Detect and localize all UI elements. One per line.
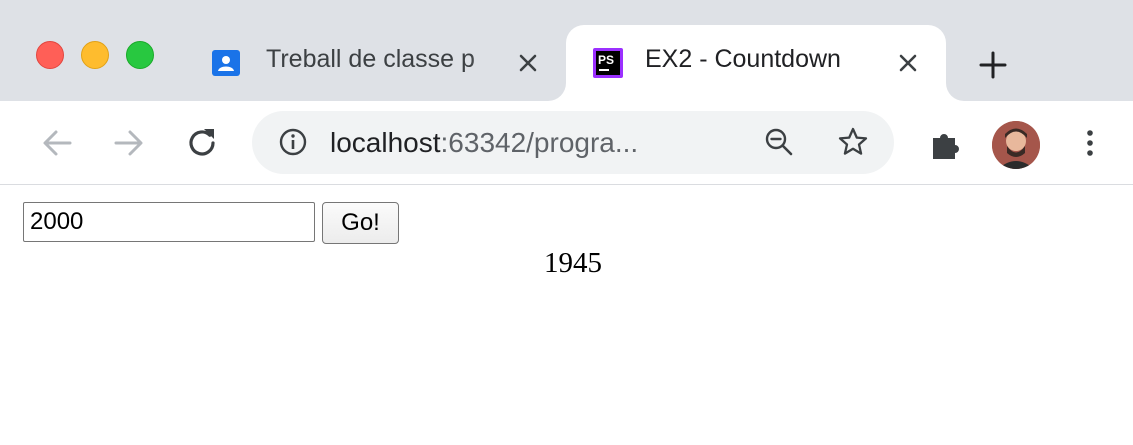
page-content: Go! 1945 bbox=[0, 185, 1133, 445]
window-close-button[interactable] bbox=[36, 41, 64, 69]
address-bar-url: localhost:63342/progra... bbox=[330, 127, 638, 159]
url-host: localhost bbox=[330, 127, 441, 158]
tab-ex2-countdown[interactable]: PS EX2 - Countdown bbox=[566, 25, 946, 101]
zoom-out-icon[interactable] bbox=[762, 125, 796, 159]
profile-photo-icon bbox=[992, 121, 1040, 169]
close-icon[interactable] bbox=[892, 47, 924, 79]
profile-avatar[interactable] bbox=[992, 121, 1040, 169]
year-input[interactable] bbox=[23, 202, 315, 242]
window-minimize-button[interactable] bbox=[81, 41, 109, 69]
browser-toolbar: localhost:63342/progra... bbox=[0, 101, 1133, 185]
svg-text:PS: PS bbox=[598, 53, 614, 67]
new-tab-plus-icon[interactable] bbox=[976, 48, 1010, 82]
go-button[interactable]: Go! bbox=[322, 202, 399, 244]
forward-arrow-icon[interactable] bbox=[108, 123, 148, 163]
phpstorm-icon: PS bbox=[593, 48, 623, 78]
address-bar[interactable]: localhost:63342/progra... bbox=[252, 111, 894, 174]
tab-title: Treball de classe p bbox=[266, 45, 475, 73]
url-rest: :63342/progra... bbox=[440, 127, 639, 158]
tab-treball-de-classe[interactable]: Treball de classe p bbox=[196, 25, 564, 101]
window-zoom-button[interactable] bbox=[126, 41, 154, 69]
google-classroom-icon bbox=[212, 50, 240, 76]
tab-title: EX2 - Countdown bbox=[645, 45, 841, 73]
tab-strip: Treball de classe p PS EX2 - Countdown bbox=[0, 0, 1133, 101]
close-icon[interactable] bbox=[512, 47, 544, 79]
more-menu-icon[interactable] bbox=[1070, 123, 1110, 163]
browser-window: Treball de classe p PS EX2 - Countdown l… bbox=[0, 0, 1133, 445]
bookmark-star-icon[interactable] bbox=[836, 125, 870, 159]
back-arrow-icon[interactable] bbox=[38, 123, 78, 163]
extensions-puzzle-icon[interactable] bbox=[926, 125, 966, 165]
site-info-icon[interactable] bbox=[278, 127, 308, 157]
countdown-value: 1945 bbox=[544, 247, 602, 279]
reload-icon[interactable] bbox=[182, 123, 222, 163]
